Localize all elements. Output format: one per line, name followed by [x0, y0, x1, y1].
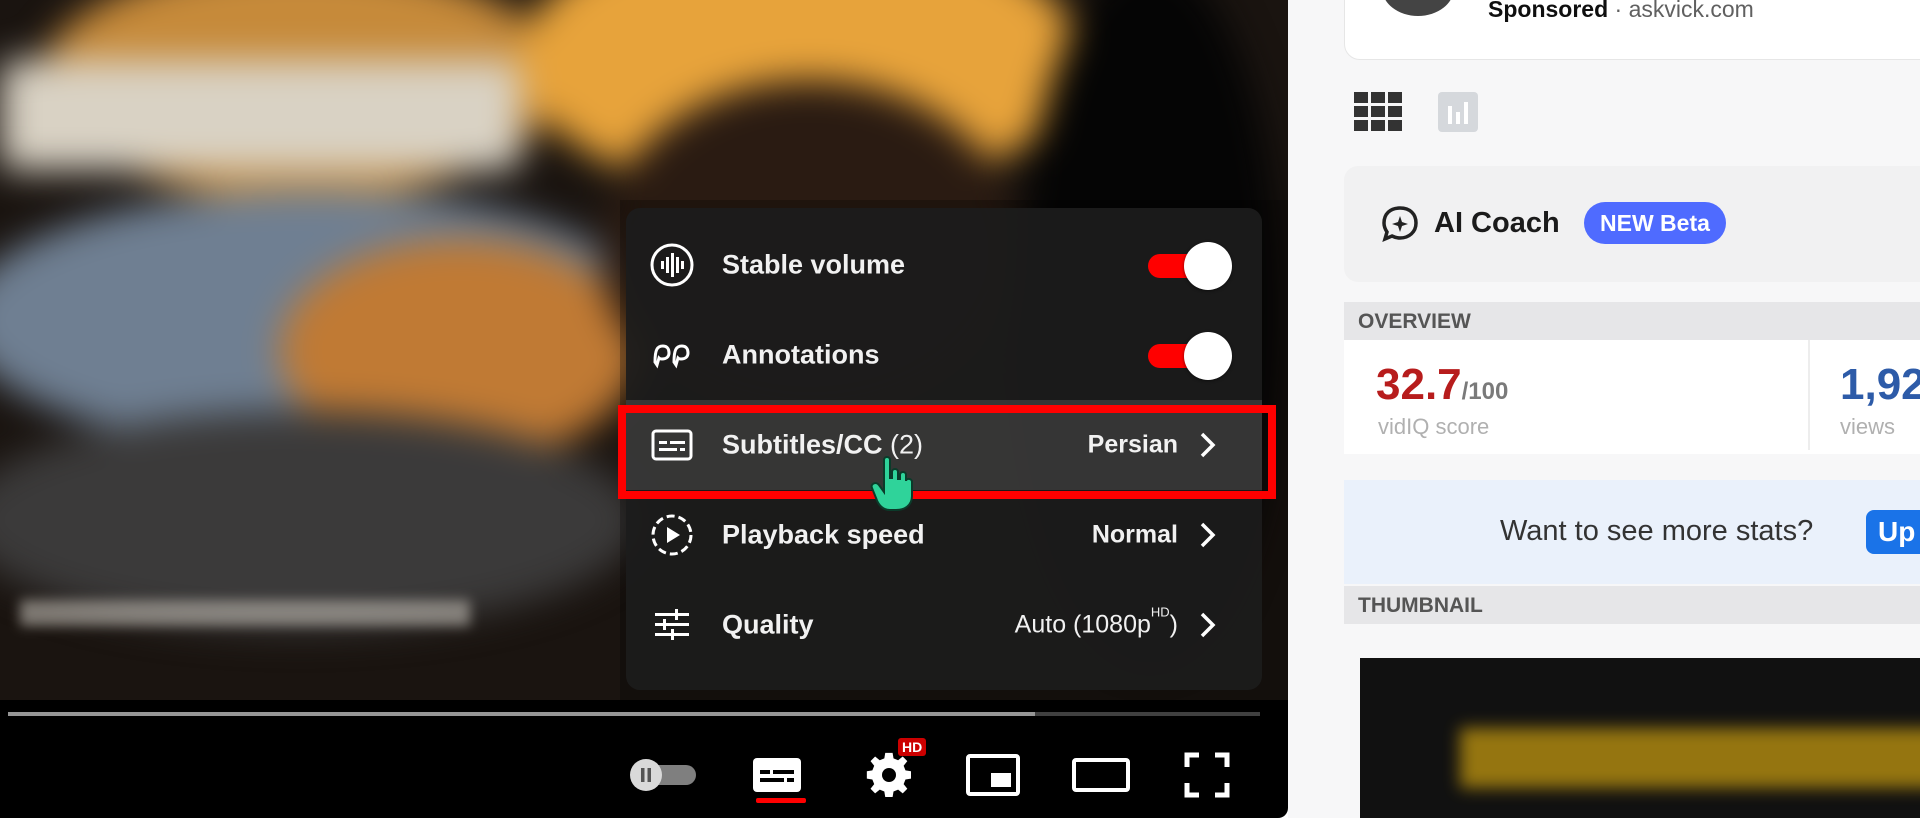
ai-coach-title: AI Coach: [1434, 207, 1560, 239]
sponsor-domain[interactable]: askvick.com: [1629, 0, 1754, 22]
chevron-right-icon: [1200, 612, 1216, 638]
vidiq-sidebar: Sponsored · askvick.com AI Coach NEW Bet…: [1288, 0, 1920, 818]
quality-label: Quality: [722, 609, 814, 640]
vidiq-score: 32.7/100: [1376, 360, 1509, 409]
fullscreen-button[interactable]: [1170, 740, 1244, 810]
menu-item-playback-speed[interactable]: Playback speed Normal: [626, 490, 1262, 580]
fullscreen-icon: [1184, 752, 1230, 798]
progress-bar[interactable]: [8, 712, 1260, 716]
gear-icon: [866, 752, 911, 797]
miniplayer-icon: [966, 754, 1020, 796]
quality-icon: [648, 601, 696, 649]
sponsored-line: Sponsored · askvick.com: [1488, 0, 1754, 23]
blurred-caption: [20, 600, 470, 626]
playback-speed-icon: [648, 511, 696, 559]
chevron-right-icon: [1200, 522, 1216, 548]
views-count: 1,92: [1840, 360, 1920, 409]
ai-coach-icon: [1382, 206, 1418, 243]
autoplay-toggle[interactable]: [624, 755, 700, 795]
vidiq-score-label: vidIQ score: [1378, 414, 1490, 439]
subtitles-icon: [753, 758, 801, 792]
theater-mode-button[interactable]: [1064, 740, 1138, 810]
upgrade-button[interactable]: Up: [1866, 510, 1920, 554]
hd-superscript: HD: [1150, 604, 1170, 620]
miniplayer-button[interactable]: [956, 740, 1030, 810]
hand-cursor-icon: [870, 456, 913, 511]
stable-volume-label: Stable volume: [722, 249, 906, 280]
menu-item-annotations[interactable]: Annotations: [626, 310, 1262, 400]
theater-mode-icon: [1072, 758, 1130, 792]
views-label: views: [1840, 414, 1896, 439]
progress-buffered: [8, 712, 1035, 716]
overview-header: OVERVIEW: [1344, 302, 1920, 340]
menu-item-stable-volume[interactable]: Stable volume: [626, 220, 1262, 310]
grid-icon[interactable]: [1354, 92, 1402, 132]
hd-badge: HD: [898, 738, 927, 756]
playback-speed-value: Normal: [1091, 520, 1178, 549]
playback-speed-label: Playback speed: [722, 519, 925, 550]
subtitles-active-indicator: [756, 798, 806, 803]
stable-volume-toggle[interactable]: [1148, 240, 1232, 290]
highlight-annotation-box: [618, 405, 1276, 499]
annotations-icon: [648, 331, 696, 379]
annotations-label: Annotations: [722, 339, 880, 370]
chart-icon[interactable]: [1438, 92, 1478, 132]
stable-volume-icon: [648, 241, 696, 289]
menu-item-quality[interactable]: Quality Auto (1080pHD): [626, 580, 1262, 670]
thumbnail-header: THUMBNAIL: [1344, 586, 1920, 624]
autoplay-toggle-icon: [630, 759, 696, 791]
thumbnail-preview[interactable]: [1360, 658, 1920, 818]
annotations-toggle[interactable]: [1148, 330, 1232, 380]
new-beta-badge: NEW Beta: [1584, 202, 1726, 244]
stats-upsell-text: Want to see more stats?: [1500, 515, 1814, 547]
quality-value: Auto (1080pHD): [1014, 604, 1178, 639]
